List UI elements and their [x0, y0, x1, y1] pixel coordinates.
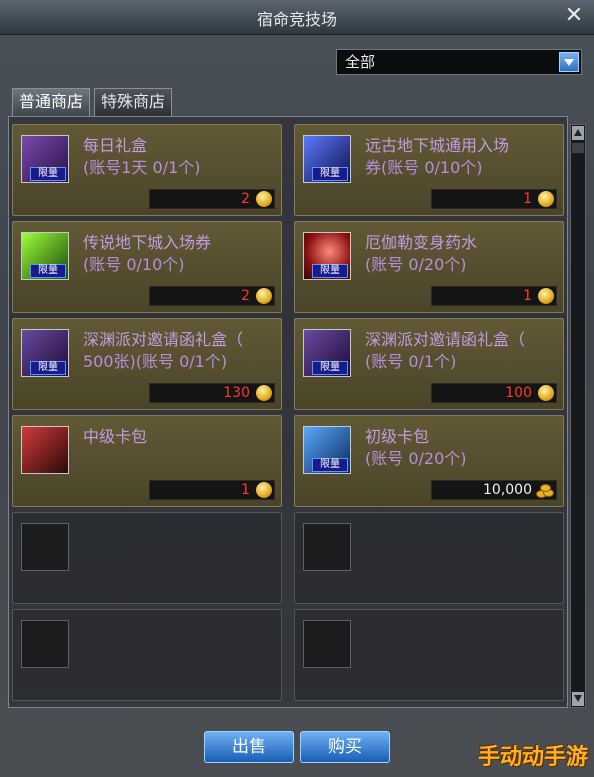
coin-icon	[538, 191, 554, 207]
shop-item-card[interactable]: 限量 初级卡包 (账号 0/20个) 10,000	[294, 415, 564, 507]
empty-slot	[12, 512, 282, 604]
empty-slot	[12, 609, 282, 701]
dropdown-selected-value: 全部	[345, 53, 376, 71]
gold-coins-icon	[536, 483, 554, 498]
title-bar: 宿命竞技场 ✕	[0, 0, 594, 35]
item-limit: (账号 0/1个)	[365, 352, 457, 371]
item-icon: 限量	[303, 232, 351, 280]
close-icon[interactable]: ✕	[562, 4, 586, 28]
category-dropdown[interactable]: 全部	[336, 49, 582, 75]
limited-badge: 限量	[30, 167, 66, 181]
item-icon: 限量	[303, 135, 351, 183]
tab-normal-shop[interactable]: 普通商店	[12, 88, 91, 116]
item-limit: (账号1天 0/1个)	[83, 158, 201, 177]
limited-badge: 限量	[312, 264, 348, 278]
item-price: 1	[149, 480, 275, 500]
empty-icon-slot	[303, 620, 351, 668]
coin-icon	[538, 288, 554, 304]
item-price: 2	[149, 286, 275, 306]
item-icon: 限量	[303, 426, 351, 474]
item-limit: (账号 0/20个)	[365, 449, 467, 468]
scroll-up-icon[interactable]	[572, 126, 584, 140]
item-name: 传说地下城入场券	[83, 233, 212, 252]
shop-item-card[interactable]: 限量 深渊派对邀请函礼盒（ (账号 0/1个) 100	[294, 318, 564, 410]
limited-badge: 限量	[312, 167, 348, 181]
item-name: 深渊派对邀请函礼盒（	[365, 330, 526, 349]
empty-slot	[294, 609, 564, 701]
coin-icon	[256, 385, 272, 401]
shop-item-card[interactable]: 限量 深渊派对邀请函礼盒（ 500张)(账号 0/1个) 130	[12, 318, 282, 410]
item-price: 1	[431, 189, 557, 209]
item-price: 2	[149, 189, 275, 209]
item-name: 中级卡包	[83, 427, 148, 446]
scroll-thumb[interactable]	[572, 143, 584, 153]
limited-badge: 限量	[30, 264, 66, 278]
shop-item-card[interactable]: 限量 每日礼盒 (账号1天 0/1个) 2	[12, 124, 282, 216]
item-price: 10,000	[431, 480, 557, 500]
chevron-down-icon[interactable]	[559, 52, 579, 72]
empty-icon-slot	[21, 523, 69, 571]
sell-button[interactable]: 出售	[204, 731, 294, 763]
coin-icon	[256, 191, 272, 207]
coin-icon	[256, 482, 272, 498]
item-name: 每日礼盒	[83, 136, 148, 155]
item-icon	[21, 426, 69, 474]
item-limit: (账号 0/20个)	[365, 255, 467, 274]
scrollbar[interactable]	[570, 124, 586, 708]
item-icon: 限量	[21, 135, 69, 183]
item-price: 100	[431, 383, 557, 403]
buy-button[interactable]: 购买	[300, 731, 390, 763]
empty-icon-slot	[21, 620, 69, 668]
coin-icon	[538, 385, 554, 401]
item-price: 1	[431, 286, 557, 306]
limited-badge: 限量	[312, 361, 348, 375]
shop-item-card[interactable]: 限量 厄伽勒变身药水 (账号 0/20个) 1	[294, 221, 564, 313]
window-title: 宿命竞技场	[256, 10, 337, 29]
scroll-down-icon[interactable]	[572, 692, 584, 706]
item-limit: 500张)(账号 0/1个)	[83, 352, 228, 371]
item-icon: 限量	[303, 329, 351, 377]
shop-window: 宿命竞技场 ✕ 全部 普通商店 特殊商店 限量 每日礼盒 (账号1天 0/1个)…	[0, 0, 594, 777]
item-name: 远古地下城通用入场	[365, 136, 510, 155]
item-price: 130	[149, 383, 275, 403]
item-name: 深渊派对邀请函礼盒（	[83, 330, 244, 349]
shop-item-card[interactable]: 限量 传说地下城入场券 (账号 0/10个) 2	[12, 221, 282, 313]
item-limit: (账号 0/10个)	[83, 255, 185, 274]
watermark-logo: 手动动手游	[477, 745, 588, 770]
shop-tabs: 普通商店 特殊商店	[12, 88, 173, 116]
item-icon: 限量	[21, 329, 69, 377]
item-name: 厄伽勒变身药水	[365, 233, 478, 252]
empty-slot	[294, 512, 564, 604]
item-name: 初级卡包	[365, 427, 430, 446]
coin-icon	[256, 288, 272, 304]
shop-item-card[interactable]: 中级卡包 1	[12, 415, 282, 507]
item-icon: 限量	[21, 232, 69, 280]
empty-icon-slot	[303, 523, 351, 571]
shop-item-card[interactable]: 限量 远古地下城通用入场 券(账号 0/10个) 1	[294, 124, 564, 216]
limited-badge: 限量	[312, 458, 348, 472]
item-limit: 券(账号 0/10个)	[365, 158, 483, 177]
limited-badge: 限量	[30, 361, 66, 375]
tab-special-shop[interactable]: 特殊商店	[94, 88, 173, 116]
